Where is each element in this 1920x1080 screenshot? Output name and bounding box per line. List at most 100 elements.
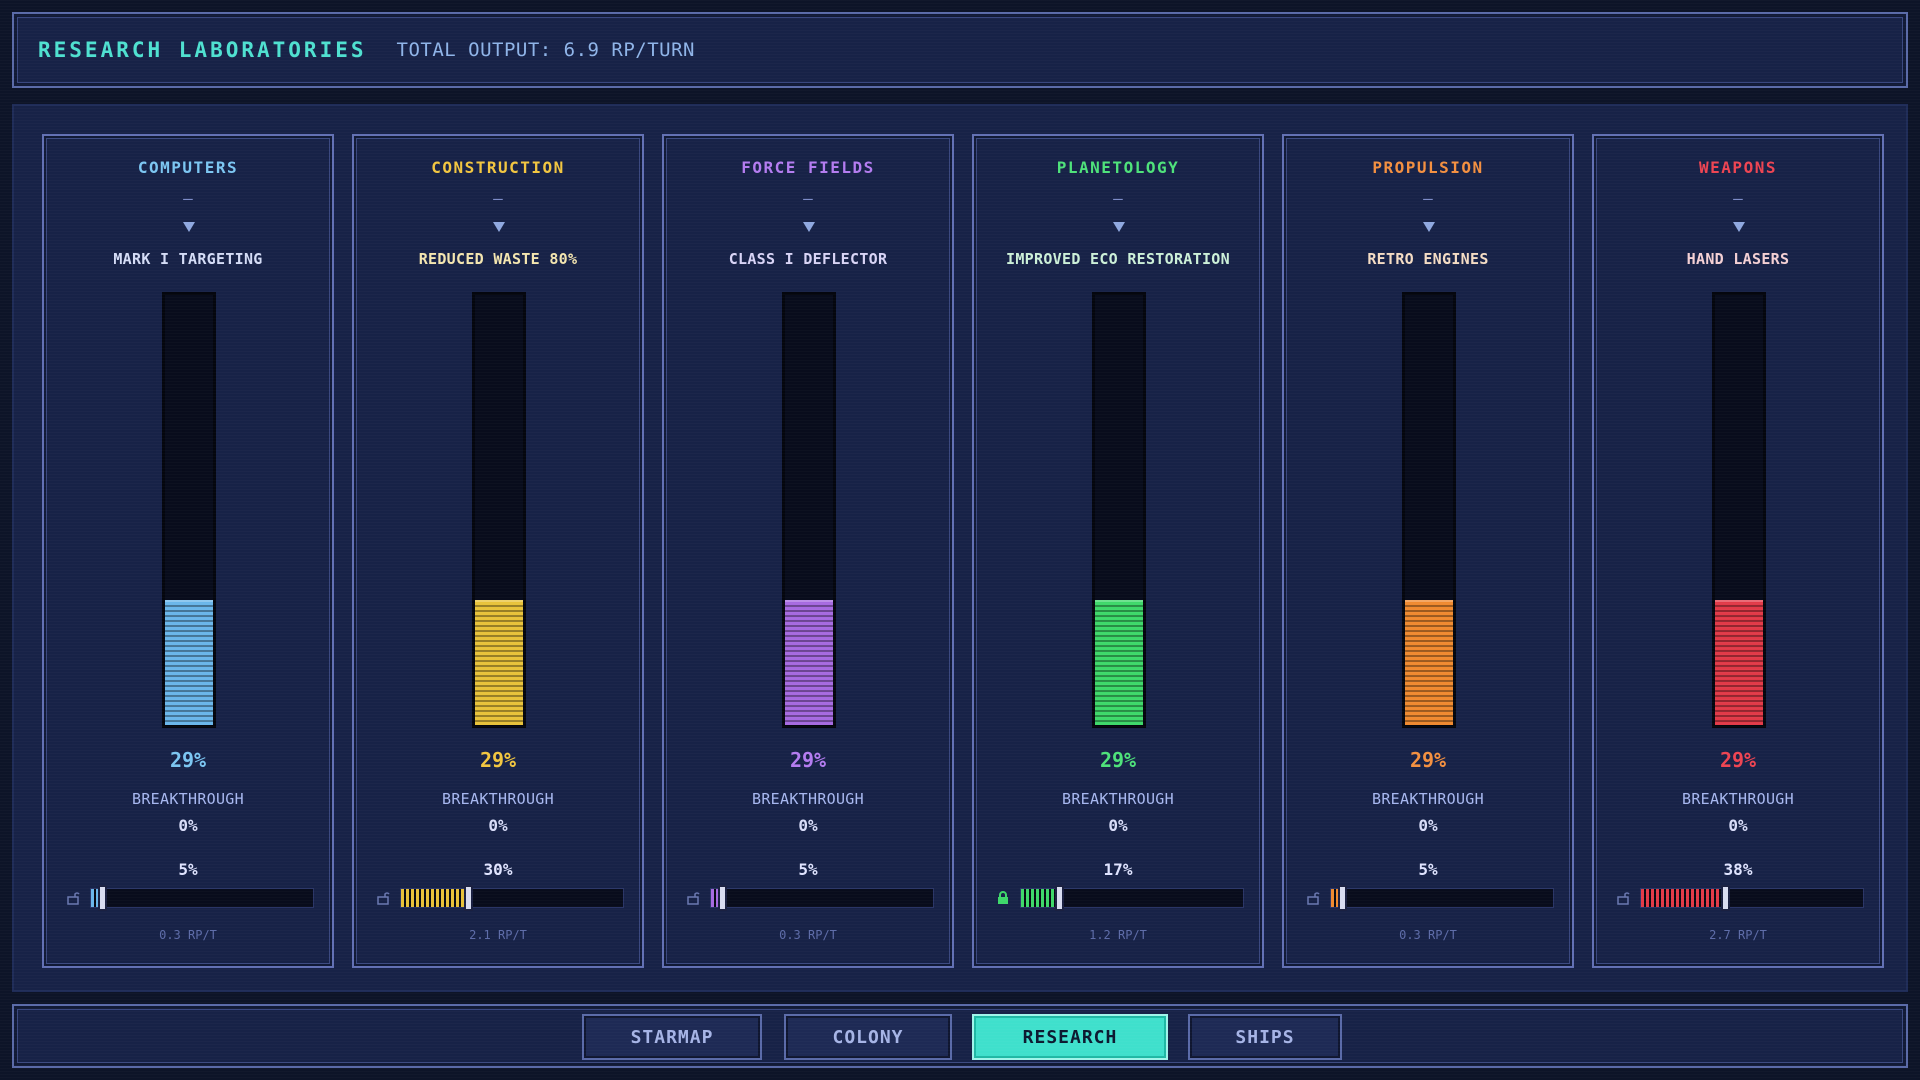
down-arrow-icon	[1733, 222, 1745, 232]
field-title: FORCE FIELDS	[741, 158, 875, 177]
breakthrough-label: BREAKTHROUGH	[442, 790, 554, 808]
rp-per-turn: 1.2 RP/T	[1089, 928, 1147, 942]
down-arrow-icon	[803, 222, 815, 232]
field-title: PROPULSION	[1372, 158, 1484, 177]
research-panels-area: COMPUTERS – MARK I TARGETING 29% BREAKTH…	[12, 104, 1908, 992]
unlock-icon[interactable]	[376, 890, 390, 905]
allocation-slider[interactable]	[90, 885, 314, 911]
unlock-icon[interactable]	[1616, 890, 1630, 905]
breakthrough-value: 0%	[1728, 816, 1748, 835]
current-tech: MARK I TARGETING	[113, 250, 263, 268]
field-title: PLANETOLOGY	[1056, 158, 1180, 177]
progress-value: 29%	[789, 748, 827, 772]
allocation-slider[interactable]	[1020, 885, 1244, 911]
allocation-slider-fill	[1021, 889, 1059, 907]
page-title: RESEARCH LABORATORIES	[38, 38, 367, 62]
allocation-slider[interactable]	[1330, 885, 1554, 911]
rp-per-turn: 2.1 RP/T	[469, 928, 527, 942]
unlock-icon[interactable]	[1306, 890, 1320, 905]
breakthrough-label: BREAKTHROUGH	[1372, 790, 1484, 808]
down-arrow-icon	[493, 222, 505, 232]
progress-bar	[1092, 292, 1146, 728]
unlock-icon[interactable]	[686, 890, 700, 905]
current-tech: CLASS I DEFLECTOR	[728, 250, 888, 268]
progress-bar-fill	[1715, 600, 1763, 725]
rp-per-turn: 0.3 RP/T	[779, 928, 837, 942]
progress-bar	[1402, 292, 1456, 728]
progress-value: 29%	[1719, 748, 1757, 772]
progress-bar	[782, 292, 836, 728]
nav-starmap-button[interactable]: STARMAP	[582, 1014, 762, 1060]
field-title: WEAPONS	[1699, 158, 1777, 177]
lock-icon[interactable]	[996, 890, 1010, 904]
rp-per-turn: 2.7 RP/T	[1709, 928, 1767, 942]
progress-bar-fill	[785, 600, 833, 725]
rp-per-turn: 0.3 RP/T	[1399, 928, 1457, 942]
field-dash: –	[493, 189, 503, 208]
current-tech: RETRO ENGINES	[1367, 250, 1489, 268]
progress-value: 29%	[1099, 748, 1137, 772]
progress-bar	[1712, 292, 1766, 728]
down-arrow-icon	[1423, 222, 1435, 232]
header-bar: RESEARCH LABORATORIES TOTAL OUTPUT: 6.9 …	[12, 12, 1908, 88]
allocation-value: 30%	[483, 860, 513, 879]
breakthrough-label: BREAKTHROUGH	[1682, 790, 1794, 808]
nav-research-button[interactable]: RESEARCH	[972, 1014, 1168, 1060]
slider-thumb[interactable]	[98, 885, 107, 911]
progress-bar	[162, 292, 216, 728]
breakthrough-value: 0%	[178, 816, 198, 835]
progress-value: 29%	[169, 748, 207, 772]
progress-bar	[472, 292, 526, 728]
breakthrough-value: 0%	[798, 816, 818, 835]
slider-thumb[interactable]	[464, 885, 473, 911]
down-arrow-icon	[1113, 222, 1125, 232]
rp-per-turn: 0.3 RP/T	[159, 928, 217, 942]
nav-ships-button[interactable]: SHIPS	[1188, 1014, 1342, 1060]
allocation-slider[interactable]	[710, 885, 934, 911]
breakthrough-value: 0%	[1108, 816, 1128, 835]
allocation-value: 38%	[1723, 860, 1753, 879]
total-output: TOTAL OUTPUT: 6.9 RP/TURN	[396, 39, 695, 61]
research-panel-construction: CONSTRUCTION – REDUCED WASTE 80% 29% BRE…	[352, 134, 644, 968]
current-tech: HAND LASERS	[1686, 250, 1790, 268]
current-tech: IMPROVED ECO RESTORATION	[1006, 250, 1230, 268]
field-dash: –	[803, 189, 813, 208]
current-tech: REDUCED WASTE 80%	[418, 250, 578, 268]
breakthrough-label: BREAKTHROUGH	[752, 790, 864, 808]
slider-thumb[interactable]	[718, 885, 727, 911]
down-arrow-icon	[183, 222, 195, 232]
allocation-slider-fill	[1641, 889, 1725, 907]
allocation-value: 5%	[798, 860, 818, 879]
research-panel-planetology: PLANETOLOGY – IMPROVED ECO RESTORATION 2…	[972, 134, 1264, 968]
unlock-icon[interactable]	[66, 890, 80, 905]
slider-thumb[interactable]	[1338, 885, 1347, 911]
field-title: COMPUTERS	[137, 158, 239, 177]
breakthrough-label: BREAKTHROUGH	[132, 790, 244, 808]
field-dash: –	[1733, 189, 1743, 208]
progress-bar-fill	[165, 600, 213, 725]
progress-bar-fill	[475, 600, 523, 725]
progress-bar-fill	[1405, 600, 1453, 725]
breakthrough-label: BREAKTHROUGH	[1062, 790, 1174, 808]
allocation-slider[interactable]	[1640, 885, 1864, 911]
slider-thumb[interactable]	[1055, 885, 1064, 911]
breakthrough-value: 0%	[1418, 816, 1438, 835]
field-dash: –	[183, 189, 193, 208]
field-dash: –	[1423, 189, 1433, 208]
allocation-slider-fill	[401, 889, 468, 907]
slider-thumb[interactable]	[1721, 885, 1730, 911]
research-panel-computers: COMPUTERS – MARK I TARGETING 29% BREAKTH…	[42, 134, 334, 968]
field-dash: –	[1113, 189, 1123, 208]
nav-bar: STARMAP COLONY RESEARCH SHIPS	[12, 1004, 1908, 1068]
progress-value: 29%	[479, 748, 517, 772]
allocation-value: 5%	[178, 860, 198, 879]
allocation-value: 17%	[1103, 860, 1133, 879]
progress-value: 29%	[1409, 748, 1447, 772]
field-title: CONSTRUCTION	[431, 158, 565, 177]
breakthrough-value: 0%	[488, 816, 508, 835]
research-panel-propulsion: PROPULSION – RETRO ENGINES 29% BREAKTHRO…	[1282, 134, 1574, 968]
progress-bar-fill	[1095, 600, 1143, 725]
allocation-slider[interactable]	[400, 885, 624, 911]
research-panel-force-fields: FORCE FIELDS – CLASS I DEFLECTOR 29% BRE…	[662, 134, 954, 968]
nav-colony-button[interactable]: COLONY	[784, 1014, 952, 1060]
